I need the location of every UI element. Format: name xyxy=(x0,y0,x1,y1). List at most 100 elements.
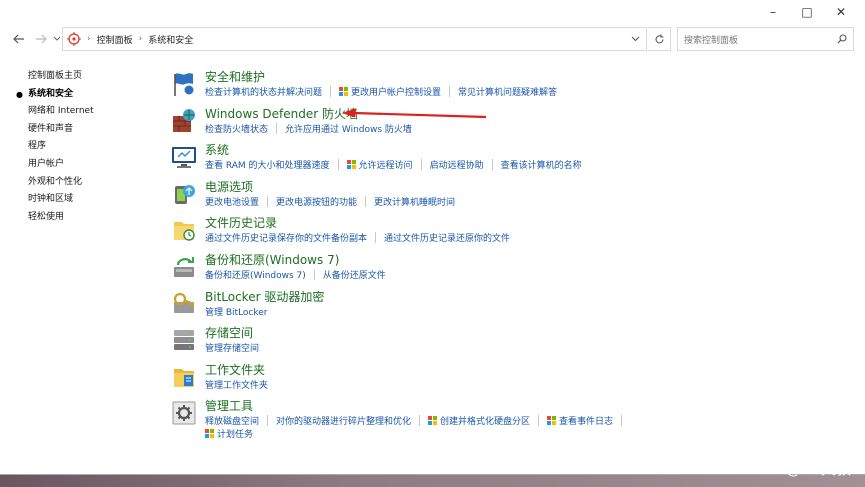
category-title[interactable]: 系统 xyxy=(205,141,229,158)
category-links: 备份和还原(Windows 7) 从备份还原文件 xyxy=(205,268,386,281)
category-links: 查看 RAM 的大小和处理器速度 允许远程访问 启动远程协助 查看该计算机的名称 xyxy=(205,158,582,171)
windows-shield-icon xyxy=(547,416,557,426)
divider xyxy=(538,415,540,427)
sidebar-item-appearance[interactable]: 外观和个性化 xyxy=(28,174,148,192)
category-title[interactable]: 备份和还原(Windows 7) xyxy=(205,251,339,268)
sidebar-item-ease-of-access[interactable]: 轻松使用 xyxy=(28,209,148,227)
sidebar-item-hardware-sound[interactable]: 硬件和声音 xyxy=(28,121,148,139)
link-event-log[interactable]: 查看事件日志 xyxy=(559,414,613,427)
category-title[interactable]: 管理工具 xyxy=(205,397,253,414)
divider xyxy=(420,159,422,171)
link-sleep-time[interactable]: 更改计算机睡眠时间 xyxy=(374,195,455,208)
category-title[interactable]: Windows Defender 防火墙 xyxy=(205,105,358,122)
link-remote-assistance[interactable]: 启动远程协助 xyxy=(430,158,484,171)
link-backup-restore[interactable]: 备份和还原(Windows 7) xyxy=(205,268,306,281)
search-placeholder: 搜索控制面板 xyxy=(684,35,739,46)
link-partition[interactable]: 创建并格式化硬盘分区 xyxy=(440,414,530,427)
link-scheduled-tasks[interactable]: 计划任务 xyxy=(217,427,253,440)
address-bar[interactable]: › 控制面板 › 系统和安全 xyxy=(62,27,647,51)
annotation-arrow-icon xyxy=(342,108,487,119)
link-restore-files[interactable]: 通过文件历史记录还原你的文件 xyxy=(384,231,510,244)
divider xyxy=(419,415,421,427)
category-file-history: 文件历史记录 通过文件历史记录保存你的文件备份副本 通过文件历史记录还原你的文件 xyxy=(170,214,850,251)
control-panel-icon xyxy=(67,32,81,46)
category-links: 管理存储空间 xyxy=(205,341,259,354)
chevron-down-icon[interactable] xyxy=(631,36,640,42)
sidebar-item-programs[interactable]: 程序 xyxy=(28,138,148,156)
link-firewall-status[interactable]: 检查防火墙状态 xyxy=(205,122,268,135)
back-button[interactable] xyxy=(10,29,28,49)
link-view-ram[interactable]: 查看 RAM 的大小和处理器速度 xyxy=(205,158,330,171)
divider xyxy=(449,86,451,97)
refresh-button[interactable] xyxy=(648,27,671,51)
search-input[interactable]: 搜索控制面板 xyxy=(677,27,854,51)
link-save-backup[interactable]: 通过文件历史记录保存你的文件备份副本 xyxy=(205,231,367,244)
link-allow-app[interactable]: 允许应用通过 Windows 防火墙 xyxy=(285,122,412,135)
recent-locations-button[interactable] xyxy=(52,29,62,49)
category-backup-restore: 备份和还原(Windows 7) 备份和还原(Windows 7) 从备份还原文… xyxy=(170,251,850,288)
category-links: 释放磁盘空间 对你的驱动器进行碎片整理和优化 创建并格式化硬盘分区 查看事件日志 xyxy=(205,414,630,427)
category-firewall: Windows Defender 防火墙 检查防火墙状态 允许应用通过 Wind… xyxy=(170,105,850,142)
link-check-status[interactable]: 检查计算机的状态并解决问题 xyxy=(205,85,322,98)
category-links: 管理工作文件夹 xyxy=(205,378,268,391)
breadcrumb-system-security[interactable]: 系统和安全 xyxy=(148,33,193,46)
category-power-options: 电源选项 更改电池设置 更改电源按钮的功能 更改计算机睡眠时间 xyxy=(170,178,850,215)
sidebar-item-system-security[interactable]: ● 系统和安全 xyxy=(16,86,148,104)
power-icon[interactable] xyxy=(170,180,198,208)
navigation-bar: › 控制面板 › 系统和安全 搜索控制面板 xyxy=(0,26,865,52)
divider xyxy=(621,415,623,427)
category-system: 系统 查看 RAM 的大小和处理器速度 允许远程访问 启动远程协助 查看该计算机… xyxy=(170,141,850,178)
sidebar-item-user-accounts[interactable]: 用户帐户 xyxy=(28,156,148,174)
windows-shield-icon xyxy=(339,87,349,96)
link-restore-from-backup[interactable]: 从备份还原文件 xyxy=(323,268,386,281)
category-admin-tools: 管理工具 释放磁盘空间 对你的驱动器进行碎片整理和优化 创建并格式化硬盘分区 查… xyxy=(170,397,850,440)
sidebar: 控制面板主页 ● 系统和安全 网络和 Internet 硬件和声音 程序 用户帐… xyxy=(16,68,148,227)
refresh-icon xyxy=(654,34,664,43)
divider xyxy=(330,86,332,97)
link-computer-name[interactable]: 查看该计算机的名称 xyxy=(501,158,582,171)
work-folder-icon[interactable] xyxy=(170,363,198,391)
sidebar-item-network[interactable]: 网络和 Internet xyxy=(28,103,148,121)
category-title[interactable]: BitLocker 驱动器加密 xyxy=(205,288,324,305)
chevron-down-icon xyxy=(53,36,61,41)
admin-tools-icon[interactable] xyxy=(170,399,198,427)
divider xyxy=(337,159,339,171)
monitor-icon[interactable] xyxy=(170,143,198,171)
file-history-icon[interactable] xyxy=(170,216,198,244)
link-troubleshoot[interactable]: 常见计算机问题疑难解答 xyxy=(458,85,557,98)
link-manage-work-folders[interactable]: 管理工作文件夹 xyxy=(205,378,268,391)
breadcrumb-separator-icon: › xyxy=(138,34,143,44)
link-disk-cleanup[interactable]: 释放磁盘空间 xyxy=(205,414,259,427)
flag-icon[interactable] xyxy=(170,70,198,98)
link-manage-storage[interactable]: 管理存储空间 xyxy=(205,341,259,354)
titlebar: – □ ✕ xyxy=(0,0,865,24)
breadcrumb-separator-icon: › xyxy=(87,34,91,44)
sidebar-item-clock-region[interactable]: 时钟和区域 xyxy=(28,191,148,209)
firewall-icon[interactable] xyxy=(170,107,198,135)
search-icon xyxy=(837,34,847,44)
windows-shield-icon xyxy=(428,416,438,426)
close-button[interactable]: ✕ xyxy=(818,0,864,24)
link-uac-settings[interactable]: 更改用户帐户控制设置 xyxy=(351,85,441,98)
breadcrumb-control-panel[interactable]: 控制面板 xyxy=(97,33,133,46)
category-title[interactable]: 安全和维护 xyxy=(205,68,265,85)
category-storage-spaces: 存储空间 管理存储空间 xyxy=(170,324,850,361)
category-title[interactable]: 电源选项 xyxy=(205,178,253,195)
backup-icon[interactable] xyxy=(170,253,198,281)
category-links: 检查防火墙状态 允许应用通过 Windows 防火墙 xyxy=(205,122,412,135)
link-battery-settings[interactable]: 更改电池设置 xyxy=(205,195,259,208)
divider xyxy=(491,159,493,171)
link-manage-bitlocker[interactable]: 管理 BitLocker xyxy=(205,305,268,318)
forward-button[interactable] xyxy=(32,29,50,49)
category-title[interactable]: 文件历史记录 xyxy=(205,214,277,231)
control-panel-window: – □ ✕ › 控制面板 › 系统和安全 搜索控制面板 控制面板主页 ● 系统和… xyxy=(0,0,865,474)
category-title[interactable]: 工作文件夹 xyxy=(205,361,265,378)
category-title[interactable]: 存储空间 xyxy=(205,324,253,341)
link-defragment[interactable]: 对你的驱动器进行碎片整理和优化 xyxy=(276,414,411,427)
link-remote-access[interactable]: 允许远程访问 xyxy=(359,158,413,171)
key-icon[interactable] xyxy=(170,290,198,318)
storage-icon[interactable] xyxy=(170,326,198,354)
link-power-button[interactable]: 更改电源按钮的功能 xyxy=(276,195,357,208)
sidebar-item-home[interactable]: 控制面板主页 xyxy=(28,68,148,86)
divider xyxy=(267,415,269,427)
